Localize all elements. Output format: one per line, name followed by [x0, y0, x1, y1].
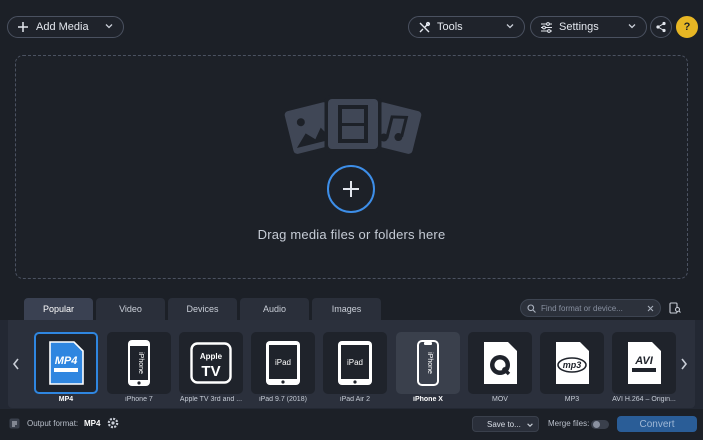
- clear-icon[interactable]: [647, 305, 654, 312]
- format-iphone-x[interactable]: iPhone: [396, 332, 460, 394]
- output-format-icon: [9, 418, 20, 429]
- tab-video[interactable]: Video: [96, 298, 165, 320]
- search-icon: [527, 303, 536, 313]
- search-placeholder: Find format or device...: [541, 303, 623, 313]
- format-search-input[interactable]: Find format or device...: [520, 299, 661, 317]
- sliders-icon: [539, 20, 553, 34]
- ipad-badge-text: iPad: [275, 358, 291, 367]
- add-media-button[interactable]: Add Media: [7, 16, 124, 38]
- apple-tv-icon: Apple TV: [190, 342, 232, 384]
- add-media-label: Add Media: [36, 21, 89, 33]
- chevron-down-icon: [628, 24, 636, 29]
- mp4-file-icon: MP4: [49, 341, 84, 385]
- tab-images[interactable]: Images: [312, 298, 381, 320]
- format-label-mp3: MP3: [564, 396, 580, 403]
- mp3-file-icon: mp3: [556, 342, 589, 384]
- settings-button[interactable]: Settings: [530, 16, 647, 38]
- format-panel: Popular Video Devices Audio Images Find …: [0, 294, 703, 440]
- merge-files-toggle[interactable]: [591, 420, 609, 429]
- format-label-iphone-7: iPhone 7: [125, 396, 153, 403]
- share-button[interactable]: [650, 16, 672, 38]
- help-label: ?: [683, 21, 691, 33]
- top-toolbar: Add Media Tools Settings ?: [0, 0, 703, 52]
- quicktime-icon: [484, 342, 517, 384]
- tab-devices[interactable]: Devices: [168, 298, 237, 320]
- avi-file-icon: AVI: [628, 342, 661, 384]
- apple-tv-badge-top: Apple: [200, 352, 223, 361]
- format-label-mp4: MP4: [58, 396, 74, 403]
- chevron-right-icon: [681, 358, 688, 370]
- iphone-icon: iPhone: [128, 340, 150, 386]
- chevron-down-icon: [506, 24, 514, 29]
- tools-label: Tools: [437, 21, 463, 33]
- format-mp4[interactable]: MP4: [34, 332, 98, 394]
- apple-tv-badge-bottom: TV: [201, 363, 220, 380]
- iphone-badge-text: iPhone: [426, 352, 433, 374]
- save-to-label: Save to...: [487, 419, 521, 429]
- drop-zone[interactable]: Drag media files or folders here: [15, 55, 688, 279]
- save-to-dropdown[interactable]: Save to...: [472, 416, 539, 432]
- format-label-ipad-9-7: iPad 9.7 (2018): [259, 396, 307, 403]
- tab-audio[interactable]: Audio: [240, 298, 309, 320]
- tools-icon: [417, 20, 431, 34]
- plus-icon: [16, 20, 30, 34]
- mp4-badge-text: MP4: [55, 355, 78, 367]
- format-apple-tv[interactable]: Apple TV: [179, 332, 243, 394]
- format-ipad-air-2[interactable]: iPad: [323, 332, 387, 394]
- format-label-iphone-x: iPhone X: [413, 396, 443, 403]
- convert-button[interactable]: Convert: [617, 416, 697, 432]
- ipad-icon: iPad: [266, 341, 300, 385]
- format-tabs: Popular Video Devices Audio Images Find …: [0, 294, 703, 320]
- add-files-button[interactable]: [327, 165, 375, 213]
- avi-badge-text: AVI: [634, 355, 653, 367]
- format-ipad-9-7[interactable]: iPad: [251, 332, 315, 394]
- format-avi[interactable]: AVI: [612, 332, 676, 394]
- format-iphone-7[interactable]: iPhone: [107, 332, 171, 394]
- ipad-badge-text: iPad: [347, 358, 363, 367]
- iphone-badge-text: iPhone: [137, 352, 144, 374]
- iphone-icon: iPhone: [417, 340, 439, 386]
- format-mov[interactable]: [468, 332, 532, 394]
- format-label-ipad-air-2: iPad Air 2: [340, 396, 370, 403]
- share-icon: [656, 21, 666, 33]
- output-format-label: Output format:: [27, 419, 79, 428]
- device-detect-icon: [669, 302, 681, 314]
- tab-popular[interactable]: Popular: [24, 298, 93, 320]
- settings-label: Settings: [559, 21, 599, 33]
- output-format-value: MP4: [84, 419, 101, 428]
- format-mp3[interactable]: mp3: [540, 332, 604, 394]
- chevron-left-icon: [12, 358, 19, 370]
- help-button[interactable]: ?: [676, 16, 698, 38]
- gear-icon[interactable]: [107, 417, 119, 429]
- plus-icon: [343, 181, 359, 197]
- merge-files-label: Merge files:: [548, 419, 590, 428]
- carousel-next-button[interactable]: [678, 356, 690, 372]
- drop-zone-text: Drag media files or folders here: [257, 227, 446, 242]
- tools-button[interactable]: Tools: [408, 16, 525, 38]
- carousel-prev-button[interactable]: [10, 356, 22, 372]
- ipad-icon: iPad: [338, 341, 372, 385]
- chevron-down-icon: [105, 24, 113, 29]
- media-collage-icon: [284, 95, 422, 154]
- mp3-badge-text: mp3: [563, 360, 582, 370]
- chevron-down-icon: [527, 423, 533, 427]
- format-label-mov: MOV: [492, 396, 508, 403]
- format-label-avi: AVI H.264 – Origin...: [612, 396, 676, 403]
- format-label-apple-tv: Apple TV 3rd and ...: [179, 396, 243, 403]
- formats-carousel: MP4 MP4 iPhone iPhone 7 Apple TV Apple T…: [8, 320, 695, 408]
- format-settings-button[interactable]: [667, 300, 683, 316]
